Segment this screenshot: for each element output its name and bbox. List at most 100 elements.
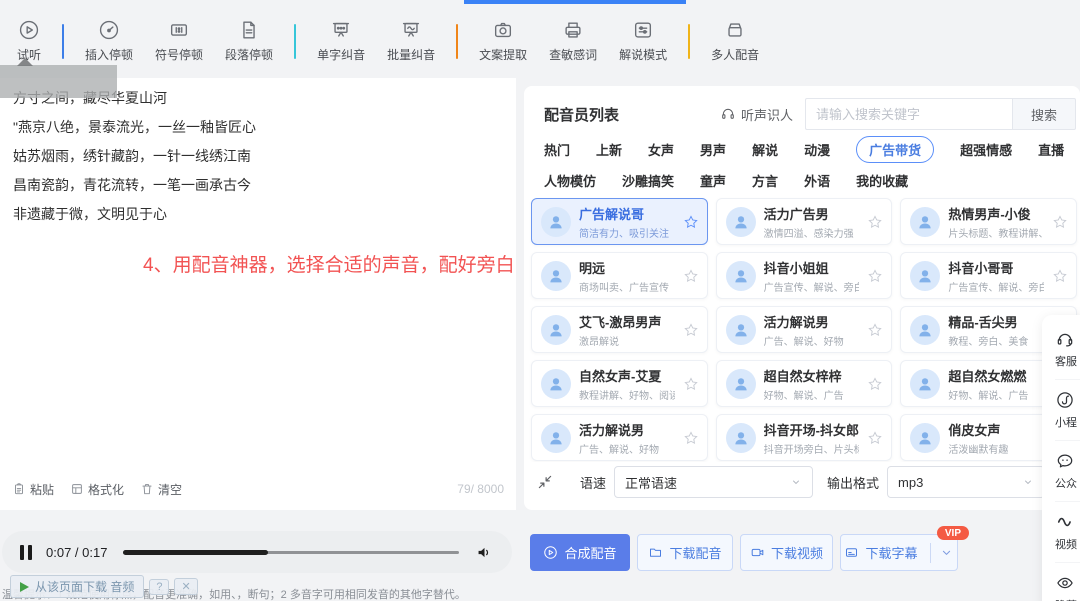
board-dots-icon — [330, 19, 352, 41]
category-tag[interactable]: 男声 — [700, 140, 726, 159]
toolbar-item[interactable]: 文案提取 — [468, 19, 538, 63]
voice-name: 自然女声-艾夏 — [579, 366, 675, 385]
favorite-star-icon[interactable] — [683, 322, 699, 338]
favorite-star-icon[interactable] — [867, 322, 883, 338]
favorite-star-icon[interactable] — [867, 268, 883, 284]
editor-action[interactable]: 格式化 — [70, 481, 124, 498]
synthesize-button[interactable]: 合成配音 — [530, 534, 630, 571]
favorite-star-icon[interactable] — [683, 214, 699, 230]
person-icon — [547, 321, 565, 339]
script-line: "燕京八绝，景泰流光，一丝一釉皆匠心 — [13, 113, 503, 142]
download-video-button[interactable]: 下载视频 — [740, 534, 833, 571]
category-tag[interactable]: 上新 — [596, 140, 622, 159]
step-annotation: 4、用配音神器，选择合适的声音，配好旁白 — [143, 250, 515, 277]
voice-desc: 片头标题、教程讲解、游... — [948, 225, 1044, 240]
toolbar-item[interactable]: 符号停顿 — [144, 19, 214, 63]
speed-select[interactable]: 正常语速 — [614, 466, 813, 498]
voice-desc: 好物、解说、广告 — [948, 387, 1044, 402]
search-input[interactable] — [805, 98, 1012, 130]
download-subtitle-button[interactable]: 下载字幕 VIP — [840, 534, 958, 571]
voice-card[interactable]: 超自然女梓梓 好物、解说、广告 — [716, 360, 893, 407]
search-button[interactable]: 搜索 — [1012, 98, 1076, 130]
toolbar-item-label: 单字纠音 — [317, 46, 365, 63]
voice-card[interactable]: 活力广告男 激情四溢、感染力强 — [716, 198, 893, 245]
toolbar-item[interactable]: 多人配音 — [700, 19, 770, 63]
pause-icon[interactable] — [20, 545, 32, 560]
category-tag[interactable]: 方言 — [752, 171, 778, 190]
format-select[interactable]: mp3 — [887, 466, 1045, 498]
toolbar-group-divider — [456, 24, 458, 59]
player-progress-fill — [123, 550, 267, 555]
voice-card[interactable]: 抖音小哥哥 广告宣传、解说、旁白 — [900, 252, 1077, 299]
voice-card[interactable]: 热情男声-小俊 片头标题、教程讲解、游... — [900, 198, 1077, 245]
category-tag[interactable]: 直播 — [1038, 140, 1064, 159]
download-audio-button[interactable]: 下载配音 — [637, 534, 733, 571]
voice-name: 抖音开场-抖女郎 — [764, 420, 860, 439]
side-menu-item[interactable]: 视频 — [1055, 512, 1080, 563]
side-menu-label: 小程 — [1055, 414, 1080, 430]
voice-card[interactable]: 抖音开场-抖女郎 抖音开场旁白、片头标题 — [716, 414, 893, 461]
side-menu-item[interactable]: 隐藏 — [1055, 573, 1080, 601]
voiceover-app: 试听 插入停顿 符号停顿 段落停顿 单字纠音 — [0, 0, 1080, 601]
eye-icon — [1055, 573, 1075, 593]
chevron-down-icon — [1022, 476, 1034, 488]
collapse-icon[interactable] — [536, 473, 554, 491]
category-tag[interactable]: 女声 — [648, 140, 674, 159]
favorite-star-icon[interactable] — [867, 214, 883, 230]
favorite-star-icon[interactable] — [867, 376, 883, 392]
download-extension-overlay: 从该页面下载 音频 ? ✕ — [10, 575, 198, 598]
voice-card[interactable]: 艾飞-激昂男声 激昂解说 — [531, 306, 708, 353]
progress-bar[interactable] — [123, 549, 459, 555]
voice-card[interactable]: 广告解说哥 简洁有力、吸引关注 — [531, 198, 708, 245]
editor-action[interactable]: 粘贴 — [12, 481, 54, 498]
person-icon — [547, 267, 565, 285]
side-menu-item[interactable]: 公众 — [1055, 451, 1080, 502]
side-menu-item[interactable]: 客服 — [1055, 329, 1080, 380]
toolbar-item[interactable]: 插入停顿 — [74, 19, 144, 63]
toolbar-item-label: 插入停顿 — [85, 46, 133, 63]
toolbar-item[interactable]: 查敏感词 — [538, 19, 608, 63]
category-tag[interactable]: 外语 — [804, 171, 830, 190]
ext-close-button[interactable]: ✕ — [174, 578, 197, 595]
side-menu-label: 客服 — [1055, 353, 1080, 369]
category-tag[interactable]: 童声 — [700, 171, 726, 190]
toolbar-item[interactable]: 试听 — [6, 19, 52, 63]
favorite-star-icon[interactable] — [683, 430, 699, 446]
favorite-star-icon[interactable] — [683, 376, 699, 392]
category-tag[interactable]: 我的收藏 — [856, 171, 908, 190]
chevron-down-icon[interactable] — [939, 545, 954, 560]
voice-name: 艾飞-激昂男声 — [579, 312, 675, 331]
editor-action[interactable]: 清空 — [140, 481, 182, 498]
favorite-star-icon[interactable] — [867, 430, 883, 446]
category-tag[interactable]: 超强情感 — [960, 140, 1012, 159]
category-tag[interactable]: 热门 — [544, 140, 570, 159]
toolbar-item[interactable]: 批量纠音 — [376, 19, 446, 63]
voice-card[interactable]: 活力解说男 广告、解说、好物 — [716, 306, 893, 353]
voice-panel-footer: 语速 正常语速 输出格式 mp3 — [524, 462, 1080, 502]
favorite-star-icon[interactable] — [1052, 268, 1068, 284]
voice-card[interactable]: 抖音小姐姐 广告宣传、解说、旁白 — [716, 252, 893, 299]
category-tag[interactable]: 沙雕搞笑 — [622, 171, 674, 190]
script-text-area[interactable]: 方寸之间，藏尽华夏山河"燕京八绝，景泰流光，一丝一釉皆匠心姑苏烟雨，绣针藏韵，一… — [0, 78, 516, 229]
voice-card[interactable]: 明远 商场叫卖、广告宣传 — [531, 252, 708, 299]
toolbar-item[interactable]: 解说模式 — [608, 19, 678, 63]
category-tag[interactable]: 广告带货 — [856, 136, 934, 163]
voice-card[interactable]: 活力解说男 广告、解说、好物 — [531, 414, 708, 461]
avatar — [726, 207, 756, 237]
toolbar-item[interactable]: 段落停顿 — [214, 19, 284, 63]
volume-icon[interactable] — [475, 543, 494, 562]
category-tag[interactable]: 人物模仿 — [544, 171, 596, 190]
toolbar-group-divider — [688, 24, 690, 59]
category-tag[interactable]: 动漫 — [804, 140, 830, 159]
side-menu-item[interactable]: 小程 — [1055, 390, 1080, 441]
ext-download-button[interactable]: 从该页面下载 音频 — [10, 575, 144, 598]
speed-value: 正常语速 — [625, 473, 677, 492]
toolbar-item[interactable]: 单字纠音 — [306, 19, 376, 63]
category-tag[interactable]: 解说 — [752, 140, 778, 159]
voice-card[interactable]: 自然女声-艾夏 教程讲解、好物、阅读 — [531, 360, 708, 407]
ext-help-button[interactable]: ? — [149, 579, 169, 595]
favorite-star-icon[interactable] — [1052, 214, 1068, 230]
favorite-star-icon[interactable] — [683, 268, 699, 284]
person-icon — [916, 375, 934, 393]
listen-identify-button[interactable]: 听声识人 — [720, 105, 793, 124]
